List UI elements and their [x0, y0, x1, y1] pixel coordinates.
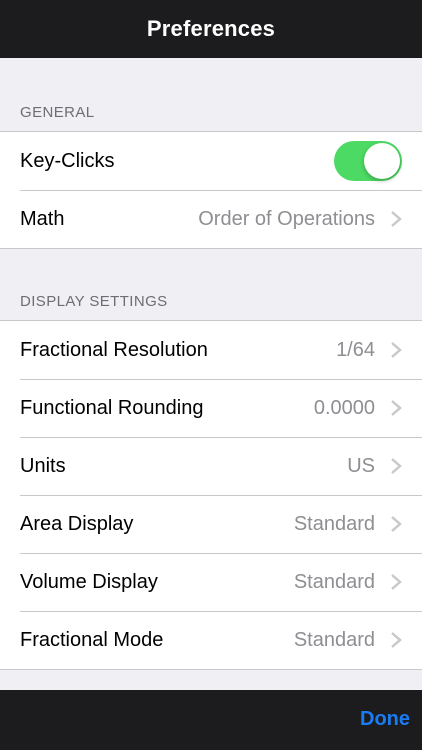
fractional-mode-value: Standard — [293, 628, 375, 651]
units-label: Units — [20, 454, 66, 477]
math-label: Math — [20, 207, 65, 230]
row-functional-rounding[interactable]: Functional Rounding 0.0000 — [0, 379, 422, 437]
section-header-display-settings: DISPLAY SETTINGS — [20, 293, 168, 310]
chevron-right-icon — [391, 574, 402, 590]
row-fractional-mode[interactable]: Fractional Mode Standard — [0, 611, 422, 669]
functional-rounding-value: 0.0000 — [313, 396, 375, 419]
fractional-resolution-label: Fractional Resolution — [20, 338, 208, 361]
section-header-general: GENERAL — [20, 104, 95, 121]
general-group: Key-Clicks Math Order of Operations — [0, 131, 422, 249]
fractional-mode-label: Fractional Mode — [20, 628, 164, 651]
area-display-value: Standard — [293, 512, 375, 535]
bottom-toolbar: Done — [0, 690, 422, 750]
row-area-display[interactable]: Area Display Standard — [0, 495, 422, 553]
row-math[interactable]: Math Order of Operations — [0, 190, 422, 248]
row-key-clicks: Key-Clicks — [0, 132, 422, 190]
page-title: Preferences — [146, 16, 276, 41]
toggle-knob — [364, 143, 400, 179]
key-clicks-label: Key-Clicks — [20, 149, 115, 172]
chevron-right-icon — [391, 400, 402, 416]
units-value: US — [347, 454, 375, 477]
volume-display-value: Standard — [293, 570, 375, 593]
volume-display-label: Volume Display — [20, 570, 158, 593]
math-value: Order of Operations — [198, 207, 375, 230]
functional-rounding-label: Functional Rounding — [20, 396, 204, 419]
row-fractional-resolution[interactable]: Fractional Resolution 1/64 — [0, 321, 422, 379]
display-settings-group: Fractional Resolution 1/64 Functional Ro… — [0, 320, 422, 670]
row-volume-display[interactable]: Volume Display Standard — [0, 553, 422, 611]
chevron-right-icon — [391, 211, 402, 227]
chevron-right-icon — [391, 632, 402, 648]
area-display-label: Area Display — [20, 512, 134, 535]
chevron-right-icon — [391, 342, 402, 358]
row-units[interactable]: Units US — [0, 437, 422, 495]
fractional-resolution-value: 1/64 — [336, 338, 375, 361]
done-button[interactable]: Done — [360, 708, 410, 731]
key-clicks-toggle[interactable] — [334, 141, 402, 181]
navigation-bar: Preferences — [0, 0, 422, 58]
chevron-right-icon — [391, 516, 402, 532]
chevron-right-icon — [391, 458, 402, 474]
